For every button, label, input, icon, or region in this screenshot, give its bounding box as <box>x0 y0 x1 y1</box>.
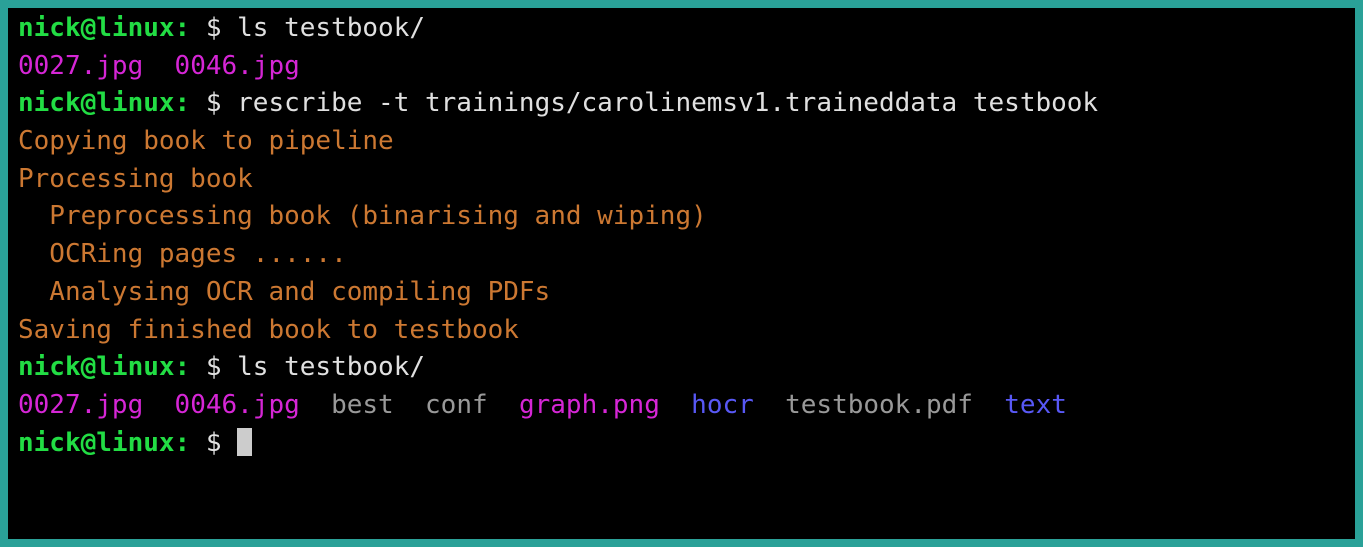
prompt-symbol: $ <box>190 428 237 458</box>
command-text: ls testbook/ <box>237 13 425 43</box>
file-png: graph.png <box>519 390 660 420</box>
output-line: Analysing OCR and compiling PDFs <box>18 274 1345 312</box>
file-pdf: testbook.pdf <box>785 390 973 420</box>
command-text: rescribe -t trainings/carolinemsv1.train… <box>237 88 1098 118</box>
file-jpg: 0027.jpg <box>18 390 143 420</box>
cursor <box>237 428 252 456</box>
prompt-symbol: $ <box>190 352 237 382</box>
prompt-symbol: $ <box>190 88 237 118</box>
output-line: Preprocessing book (binarising and wipin… <box>18 198 1345 236</box>
prompt: nick@linux: <box>18 88 190 118</box>
output-line: 0027.jpg 0046.jpg best conf graph.png ho… <box>18 387 1345 425</box>
file-dir: hocr <box>691 390 754 420</box>
command-line-current[interactable]: nick@linux: $ <box>18 425 1345 463</box>
file-dir: text <box>1004 390 1067 420</box>
command-line-1: nick@linux: $ ls testbook/ <box>18 10 1345 48</box>
prompt-symbol: $ <box>190 13 237 43</box>
output-line: OCRing pages ...... <box>18 236 1345 274</box>
output-line: 0027.jpg 0046.jpg <box>18 48 1345 86</box>
command-line-2: nick@linux: $ rescribe -t trainings/caro… <box>18 85 1345 123</box>
file-jpg: 0046.jpg <box>175 390 300 420</box>
file-dir: conf <box>425 390 488 420</box>
output-line: Copying book to pipeline <box>18 123 1345 161</box>
file-jpg: 0027.jpg <box>18 51 143 81</box>
output-line: Processing book <box>18 161 1345 199</box>
prompt: nick@linux: <box>18 428 190 458</box>
command-text: ls testbook/ <box>237 352 425 382</box>
file-jpg: 0046.jpg <box>175 51 300 81</box>
output-line: Saving finished book to testbook <box>18 312 1345 350</box>
terminal-window[interactable]: nick@linux: $ ls testbook/ 0027.jpg 0046… <box>8 8 1355 539</box>
command-line-3: nick@linux: $ ls testbook/ <box>18 349 1345 387</box>
prompt: nick@linux: <box>18 13 190 43</box>
file-dir: best <box>331 390 394 420</box>
prompt: nick@linux: <box>18 352 190 382</box>
